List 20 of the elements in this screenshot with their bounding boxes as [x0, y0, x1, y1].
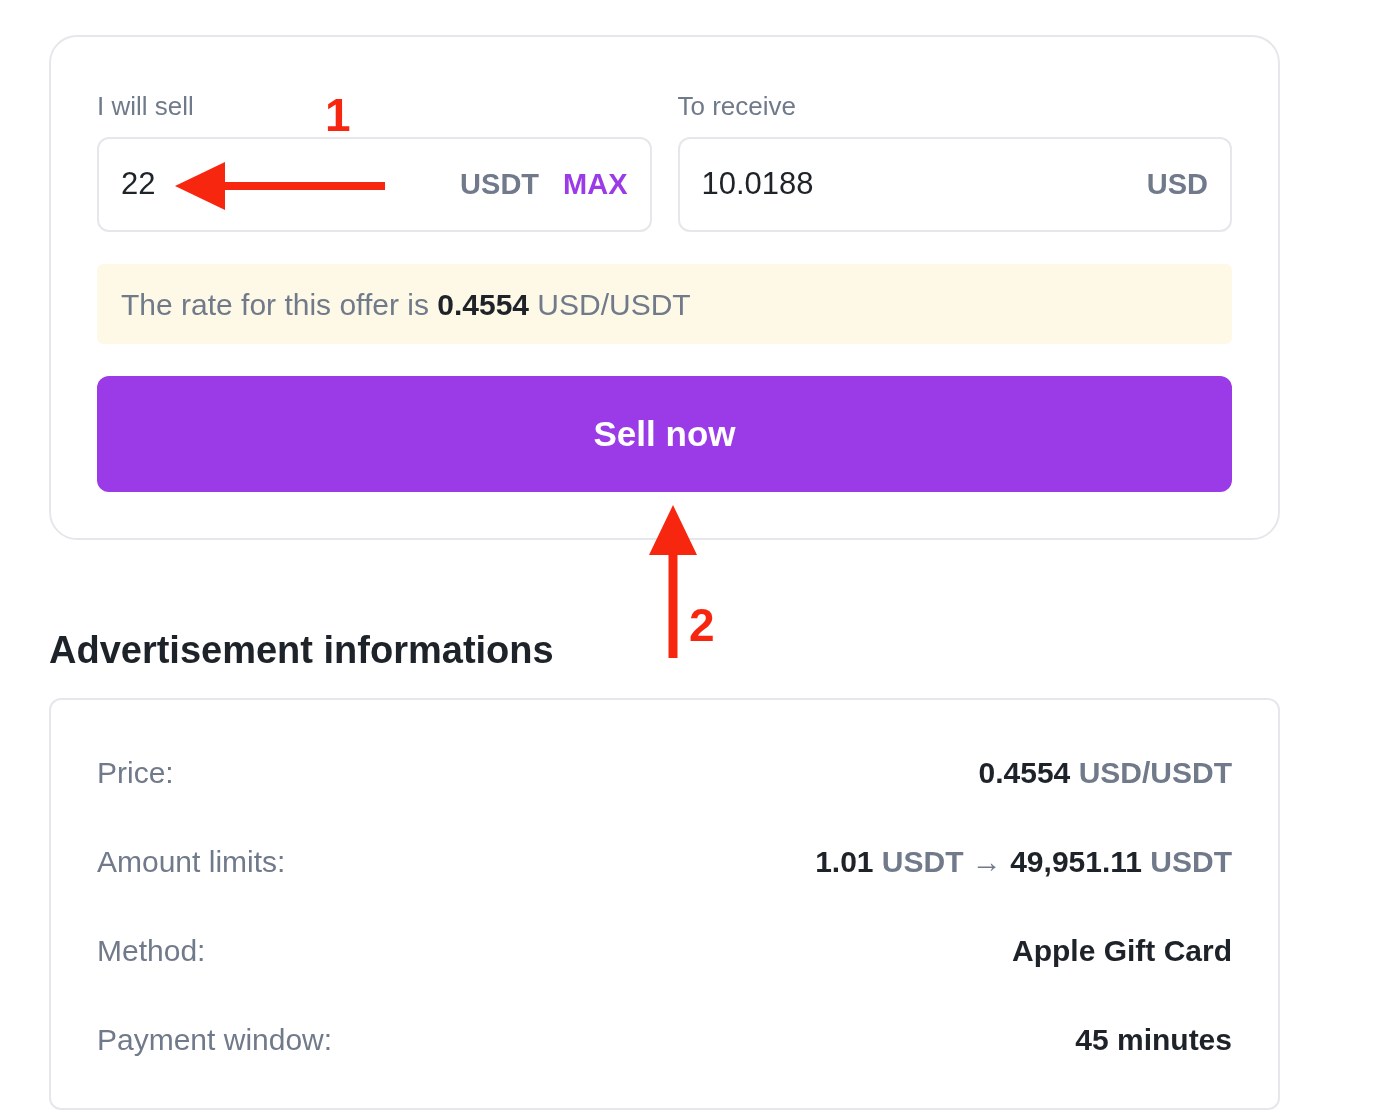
info-value: Apple Gift Card	[1012, 933, 1232, 969]
info-label: Price:	[97, 755, 174, 791]
max-link[interactable]: MAX	[563, 162, 628, 207]
rate-notice: The rate for this offer is 0.4554 USD/USDT	[121, 286, 691, 323]
annotation-number: 2	[689, 602, 715, 648]
annotation-number: 1	[325, 92, 351, 138]
info-label: Payment window:	[97, 1022, 333, 1058]
field-label: To receive	[677, 90, 796, 123]
info-value: 45 minutes	[1075, 1022, 1232, 1058]
info-value: 0.4554 USD/USDT	[978, 755, 1232, 791]
info-value: 1.01 USDT → 49,951.11 USDT	[815, 844, 1232, 880]
sell-now-button[interactable]: Sell now	[97, 376, 1232, 492]
section-heading: Advertisement informations	[49, 629, 554, 671]
currency-unit: USD	[1146, 166, 1208, 202]
info-label: Method:	[97, 933, 206, 969]
currency-unit: USDT	[460, 166, 540, 202]
receive-amount-field[interactable]: 10.0188 USD	[677, 137, 1232, 232]
info-label: Amount limits:	[97, 844, 286, 880]
field-label: I will sell	[97, 90, 194, 123]
sell-amount-field[interactable]: 22 USDT MAX	[97, 137, 652, 232]
